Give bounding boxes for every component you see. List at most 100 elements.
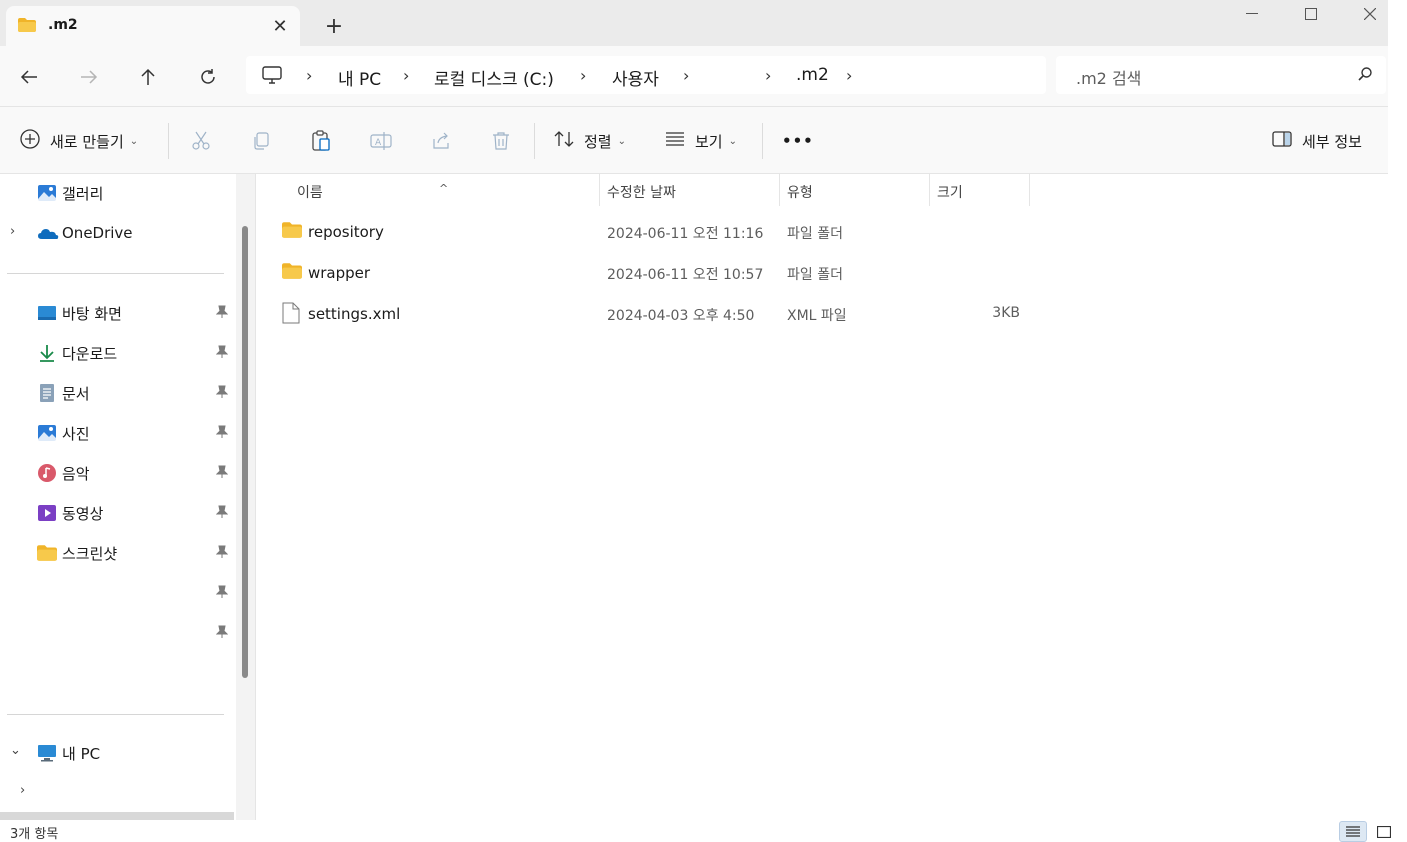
monitor-icon[interactable] <box>262 66 282 88</box>
sort-button[interactable]: 정렬 ⌄ <box>554 127 626 155</box>
pin-icon[interactable] <box>215 425 229 443</box>
separator <box>168 123 169 159</box>
horizontal-scrollbar[interactable] <box>0 812 234 820</box>
tiles-view-icon[interactable] <box>1370 821 1398 842</box>
address-bar[interactable]: › 내 PC › 로컬 디스크 (C:) › 사용자 › › .m2 › <box>246 56 1046 94</box>
back-arrow-icon[interactable] <box>14 62 44 92</box>
chevron-right-icon[interactable]: › <box>765 66 771 85</box>
pictures-icon <box>37 423 57 443</box>
column-header-label: 크기 <box>937 185 963 201</box>
folder-icon <box>37 543 57 563</box>
sidebar-item-label: OneDrive <box>62 224 133 242</box>
breadcrumb-this-pc[interactable]: 내 PC <box>338 65 381 90</box>
tab-m2[interactable]: .m2 ✕ <box>6 6 300 46</box>
sidebar-item-videos[interactable]: 동영상 <box>0 498 232 528</box>
desktop-icon <box>37 303 57 323</box>
refresh-icon[interactable] <box>193 62 223 92</box>
details-pane-button[interactable]: 세부 정보 <box>1272 127 1362 155</box>
pc-icon <box>37 743 57 763</box>
view-label: 보기 <box>695 132 723 151</box>
pin-icon[interactable] <box>215 585 229 603</box>
cut-icon[interactable] <box>187 127 215 155</box>
close-window-icon[interactable] <box>1358 4 1382 24</box>
sidebar-item-screenshots[interactable]: 스크린샷 <box>0 538 232 568</box>
file-date: 2024-06-11 오전 11:16 <box>607 226 764 242</box>
chevron-down-icon: ⌄ <box>617 135 626 147</box>
chevron-right-icon[interactable]: › <box>580 66 586 85</box>
pin-icon[interactable] <box>215 625 229 643</box>
pin-icon[interactable] <box>215 505 229 523</box>
sidebar-scrollbar[interactable] <box>236 174 256 820</box>
sidebar-item-label: 동영상 <box>62 505 104 523</box>
new-tab-button[interactable]: + <box>322 14 346 39</box>
column-header-name[interactable]: 이름 ^ <box>257 174 600 206</box>
pin-icon[interactable] <box>215 345 229 363</box>
table-row[interactable]: wrapper 2024-06-11 오전 10:57 파일 폴더 <box>277 255 1277 291</box>
chevron-down-icon[interactable]: ⌄ <box>10 743 21 758</box>
column-header-type[interactable]: 유형 <box>780 174 930 206</box>
sort-ascending-icon: ^ <box>439 182 449 195</box>
search-input[interactable]: .m2 검색 <box>1056 56 1386 94</box>
breadcrumb-user[interactable] <box>708 65 756 89</box>
folder-icon <box>282 222 302 242</box>
sidebar-item-label: 사진 <box>62 425 90 443</box>
more-options-button[interactable]: ••• <box>782 127 814 155</box>
details-view-icon[interactable] <box>1339 821 1367 842</box>
chevron-right-icon[interactable]: › <box>306 66 312 85</box>
new-button[interactable]: 새로 만들기 ⌄ <box>20 127 138 155</box>
sidebar-item-desktop[interactable]: 바탕 화면 <box>0 298 232 328</box>
sidebar-item-this-pc[interactable]: ⌄ 내 PC <box>0 738 232 768</box>
maximize-icon[interactable] <box>1299 4 1323 24</box>
sidebar-item-gallery[interactable]: 갤러리 <box>0 178 232 208</box>
document-icon <box>37 383 57 403</box>
up-arrow-icon[interactable] <box>133 62 163 92</box>
minimize-icon[interactable] <box>1240 4 1264 24</box>
chevron-right-icon[interactable]: › <box>846 66 852 85</box>
sidebar-item-music[interactable]: 음악 <box>0 458 232 488</box>
column-header-date[interactable]: 수정한 날짜 <box>600 174 780 206</box>
sidebar-item-hidden-1[interactable] <box>0 578 232 608</box>
sidebar-item-pictures[interactable]: 사진 <box>0 418 232 448</box>
sidebar-item-collapsed[interactable]: › <box>0 778 232 808</box>
breadcrumb-users[interactable]: 사용자 <box>612 65 659 90</box>
column-header-label: 유형 <box>787 185 813 201</box>
column-header-size[interactable]: 크기 <box>930 174 1030 206</box>
sidebar-item-downloads[interactable]: 다운로드 <box>0 338 232 368</box>
pin-icon[interactable] <box>215 545 229 563</box>
status-bar: 3개 항목 <box>0 820 1407 842</box>
sidebar-item-label: 스크린샷 <box>62 545 118 563</box>
sidebar-item-onedrive[interactable]: › OneDrive <box>0 219 232 249</box>
close-tab-icon[interactable]: ✕ <box>268 14 292 38</box>
breadcrumb-local-disk[interactable]: 로컬 디스크 (C:) <box>434 65 554 90</box>
chevron-right-icon[interactable]: › <box>683 66 689 85</box>
details-pane-icon <box>1272 131 1292 151</box>
file-name: settings.xml <box>308 305 401 323</box>
scroll-thumb[interactable] <box>242 226 248 678</box>
pin-icon[interactable] <box>215 465 229 483</box>
item-count: 3개 항목 <box>10 827 59 842</box>
chevron-right-icon[interactable]: › <box>20 783 25 798</box>
pin-icon[interactable] <box>215 385 229 403</box>
table-row[interactable]: settings.xml 2024-04-03 오후 4:50 XML 파일 3… <box>277 296 1277 332</box>
sidebar-item-hidden-2[interactable] <box>0 618 232 648</box>
share-icon[interactable] <box>427 127 455 155</box>
column-header-label: 이름 <box>297 185 323 201</box>
delete-icon[interactable] <box>487 127 515 155</box>
table-row[interactable]: repository 2024-06-11 오전 11:16 파일 폴더 <box>277 214 1277 250</box>
folder-icon <box>282 263 302 283</box>
chevron-right-icon[interactable]: › <box>403 66 409 85</box>
download-icon <box>37 343 57 363</box>
copy-icon[interactable] <box>247 127 275 155</box>
sidebar-item-documents[interactable]: 문서 <box>0 378 232 408</box>
folder-icon <box>18 18 36 36</box>
view-button[interactable]: 보기 ⌄ <box>665 127 737 155</box>
paste-icon[interactable] <box>307 127 335 155</box>
pin-icon[interactable] <box>215 305 229 323</box>
file-icon <box>282 302 300 328</box>
file-list: 이름 ^ 수정한 날짜 유형 크기 repository 2024-06-11 … <box>257 174 1388 820</box>
videos-icon <box>37 503 57 523</box>
rename-icon[interactable]: A <box>367 127 395 155</box>
chevron-right-icon[interactable]: › <box>10 224 15 239</box>
forward-arrow-icon[interactable] <box>74 62 104 92</box>
breadcrumb-m2[interactable]: .m2 <box>796 65 829 85</box>
